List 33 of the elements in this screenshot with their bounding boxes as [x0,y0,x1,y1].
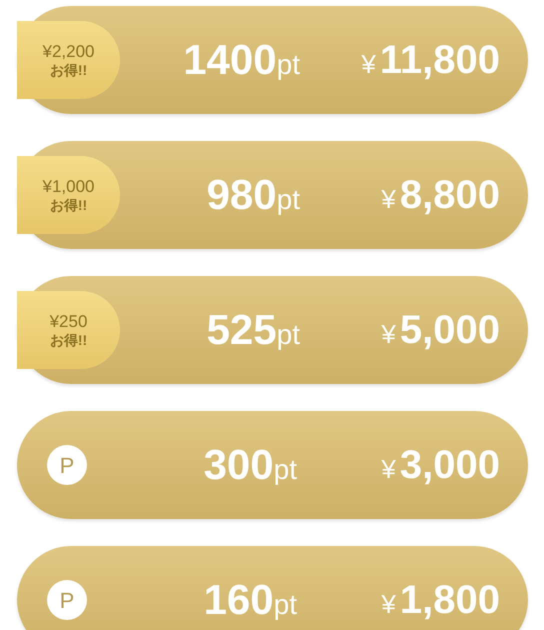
plan-button[interactable]: P 300pt ¥3,000 [17,411,528,519]
plan-button[interactable]: P 160pt ¥1,800 [17,546,528,630]
currency-sign: ¥ [361,51,376,77]
savings-note: お得!! [50,62,88,80]
price: 8,800 [400,175,500,215]
point-icon: P [47,445,87,485]
price: 11,800 [380,40,500,80]
savings-amount: ¥2,200 [42,40,94,62]
points-amount: 160 [204,579,274,621]
points-amount: 980 [206,174,277,216]
points-unit: pt [276,51,300,79]
savings-amount: ¥1,000 [42,176,94,197]
plan-button[interactable]: ¥2,200 お得!! 1400pt ¥11,800 [17,6,528,114]
currency-sign: ¥ [381,591,396,617]
points-amount: 1400 [183,39,277,81]
point-icon: P [47,580,87,620]
points-amount: 525 [206,309,277,351]
currency-sign: ¥ [381,186,396,212]
savings-note: お得!! [50,332,88,350]
points-unit: pt [274,591,297,619]
price: 3,000 [400,445,500,485]
price: 1,800 [400,580,500,620]
price: 5,000 [400,310,500,350]
points-unit: pt [276,321,300,349]
plan-button[interactable]: ¥250 お得!! 525pt ¥5,000 [17,276,528,384]
savings-amount: ¥250 [50,310,88,332]
points-amount: 300 [204,444,274,486]
currency-sign: ¥ [381,456,396,482]
currency-sign: ¥ [381,321,396,347]
plan-button[interactable]: ¥1,000 お得!! 980pt ¥8,800 [17,141,528,249]
savings-note: お得!! [50,196,88,214]
points-unit: pt [274,456,297,484]
points-unit: pt [276,186,300,214]
